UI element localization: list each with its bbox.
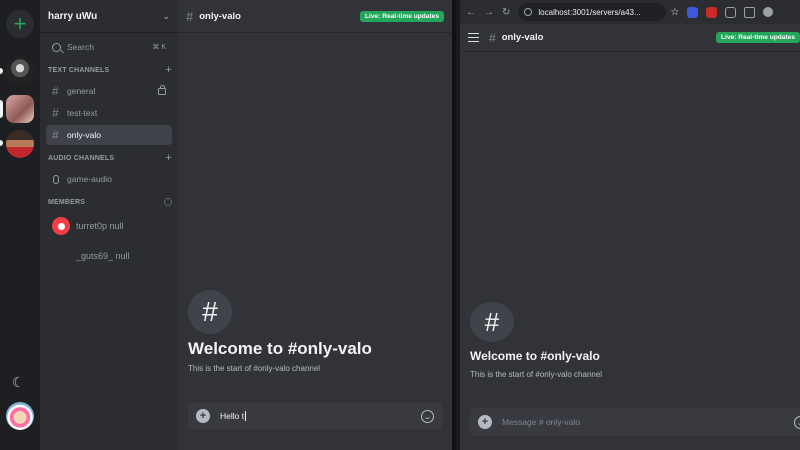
channel-title: only-valo	[199, 10, 241, 22]
members-header: MEMBERS	[40, 193, 178, 211]
server-indicator	[0, 140, 3, 146]
add-text-channel-icon[interactable]: +	[165, 64, 172, 76]
reload-icon[interactable]: ↻	[502, 7, 510, 18]
audio-channels-header: AUDIO CHANNELS +	[40, 149, 178, 167]
channel-label: game-audio	[67, 174, 112, 184]
site-info-icon[interactable]	[524, 8, 533, 16]
sidebar-toggle-icon[interactable]	[744, 6, 756, 18]
extension-red-icon[interactable]	[706, 6, 718, 18]
attach-plus-icon[interactable]: +	[478, 415, 492, 429]
browser-window: ← → ↻ localhost:3001/servers/a43... ☆ # …	[456, 0, 800, 450]
text-channels-header: TEXT CHANNELS +	[40, 61, 178, 79]
left-app-window: + ☾ harry uWu ⌄ Search ⌘ K TEXT CHANNELS…	[0, 0, 452, 450]
server-icon-1[interactable]	[6, 57, 34, 85]
live-badge: Live: Real-time updates	[359, 10, 444, 22]
extensions-puzzle-icon[interactable]	[725, 6, 737, 18]
welcome-subtitle: This is the start of #only-valo channel	[188, 364, 321, 373]
microphone-icon	[53, 174, 59, 184]
channel-label: general	[67, 86, 96, 96]
browser-toolbar: ← → ↻ localhost:3001/servers/a43... ☆	[460, 0, 800, 24]
lock-icon	[158, 84, 166, 95]
emoji-icon[interactable]	[794, 415, 800, 429]
member-name: turret0p null	[76, 221, 124, 231]
hash-icon: #	[188, 290, 232, 334]
search-shortcut: ⌘ K	[152, 44, 166, 51]
hash-icon: #	[489, 30, 496, 45]
server-indicator-active	[0, 100, 3, 118]
live-badge: Live: Real-time updates	[715, 32, 800, 43]
channel-label: test-text	[67, 108, 98, 118]
search-button[interactable]: Search ⌘ K	[46, 37, 172, 57]
channel-item-test-text[interactable]: # test-text	[46, 103, 172, 123]
hash-icon: #	[52, 128, 59, 142]
hamburger-menu-icon[interactable]	[468, 33, 479, 42]
hash-icon: #	[186, 8, 194, 24]
attach-plus-icon[interactable]: +	[196, 409, 210, 423]
add-audio-channel-icon[interactable]: +	[165, 152, 172, 164]
channel-item-only-valo[interactable]: # only-valo	[46, 125, 172, 145]
server-header[interactable]: harry uWu ⌄	[40, 0, 178, 33]
members-label: MEMBERS	[48, 198, 86, 206]
message-input[interactable]: + Hello t	[188, 402, 442, 430]
emoji-icon[interactable]	[421, 409, 434, 423]
text-channels-label: TEXT CHANNELS	[48, 66, 110, 74]
add-server-button[interactable]: +	[6, 10, 34, 38]
forward-arrow-icon[interactable]: →	[484, 7, 494, 18]
bookmark-star-icon[interactable]: ☆	[670, 7, 679, 18]
text-caret	[245, 411, 247, 421]
profile-icon[interactable]	[763, 7, 774, 17]
member-item[interactable]: turret0p null	[40, 211, 178, 241]
hash-icon: #	[52, 106, 59, 120]
url-text: localhost:3001/servers/a43...	[538, 7, 641, 17]
server-name: harry uWu	[48, 10, 98, 22]
member-item[interactable]: _guts69_ null	[40, 241, 178, 271]
chevron-down-icon[interactable]: ⌄	[162, 11, 170, 22]
welcome-title: Welcome to #only-valo	[188, 339, 372, 358]
server-rail: + ☾	[0, 0, 40, 450]
message-input[interactable]: + Message # only-valo	[470, 408, 800, 436]
message-input-value[interactable]: Hello t	[220, 411, 244, 421]
hash-icon: #	[52, 84, 59, 98]
channel-sidebar: harry uWu ⌄ Search ⌘ K TEXT CHANNELS + #…	[40, 0, 178, 450]
member-name: _guts69_ null	[76, 251, 130, 261]
chat-main: # only-valo Live: Real-time updates # We…	[178, 0, 452, 450]
welcome-title: Welcome to #only-valo	[470, 349, 600, 363]
audio-channels-label: AUDIO CHANNELS	[48, 154, 115, 162]
member-avatar	[52, 217, 70, 235]
channel-title: only-valo	[501, 32, 544, 43]
user-avatar[interactable]	[6, 402, 34, 430]
channel-label: only-valo	[67, 130, 102, 140]
channel-item-general[interactable]: # general	[46, 81, 172, 101]
gear-icon[interactable]	[164, 198, 172, 206]
server-icon-2[interactable]	[6, 95, 34, 123]
hash-icon: #	[470, 302, 514, 342]
moon-icon[interactable]: ☾	[12, 374, 28, 390]
search-icon	[52, 42, 61, 52]
message-input-placeholder[interactable]: Message # only-valo	[502, 417, 580, 427]
server-indicator	[0, 68, 3, 74]
search-label: Search	[67, 42, 94, 52]
extension-shield-icon[interactable]	[687, 6, 699, 18]
channel-item-game-audio[interactable]: game-audio	[46, 169, 172, 189]
server-icon-3[interactable]	[6, 130, 34, 158]
page-header: # only-valo Live: Real-time updates	[460, 24, 800, 52]
back-arrow-icon[interactable]: ←	[466, 7, 476, 18]
welcome-subtitle: This is the start of #only-valo channel	[470, 370, 603, 379]
address-bar[interactable]: localhost:3001/servers/a43...	[518, 3, 667, 21]
chat-header: # only-valo Live: Real-time updates	[178, 0, 452, 33]
